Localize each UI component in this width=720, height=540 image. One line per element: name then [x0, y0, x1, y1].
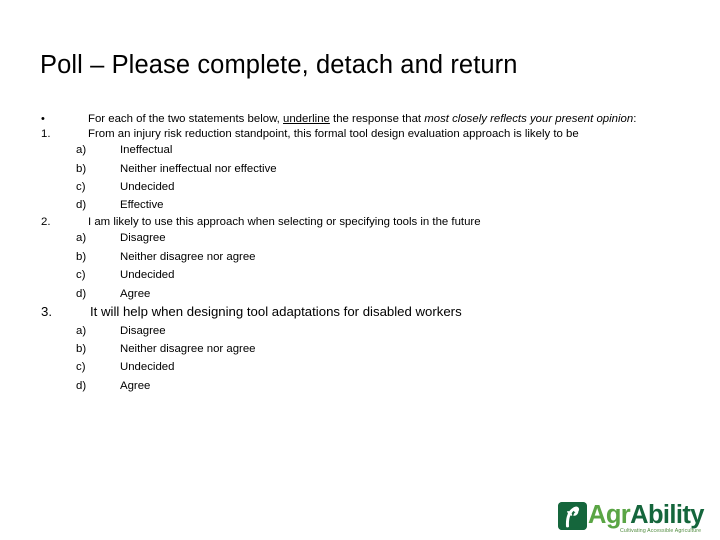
option-marker: b) — [76, 342, 87, 355]
question-3-option-c[interactable]: c) Undecided — [0, 358, 720, 376]
plant-figure-icon — [558, 502, 587, 530]
option-marker: d) — [76, 287, 87, 300]
option-label: Agree — [120, 287, 151, 300]
option-marker: c) — [76, 269, 86, 282]
instruction-text-after: the response that — [329, 113, 425, 125]
instruction-bullet: • For each of the two statements below, … — [0, 112, 720, 127]
option-label: Effective — [120, 199, 164, 212]
question-1-option-d[interactable]: d) Effective — [0, 196, 720, 214]
agrability-logo-mark-icon — [558, 502, 587, 530]
option-label: Neither disagree nor agree — [120, 250, 256, 263]
agrability-logo: AgrAbility Cultivating Accessible Agricu… — [558, 500, 716, 540]
instruction-italic-phrase: most closely reflects your present opini… — [424, 113, 634, 125]
option-label: Agree — [120, 379, 151, 392]
question-1-option-b[interactable]: b) Neither ineffectual nor effective — [0, 160, 720, 178]
logo-word-agr: Agr — [588, 501, 631, 529]
option-label: Undecided — [120, 361, 175, 374]
option-marker: c) — [76, 181, 86, 193]
option-label: Disagree — [120, 324, 166, 337]
option-marker: b) — [76, 162, 87, 175]
option-label: Disagree — [120, 232, 166, 245]
question-2-option-a[interactable]: a) Disagree — [0, 229, 720, 247]
question-1-option-a[interactable]: a) Ineffectual — [0, 141, 720, 159]
instruction-underlined-word: underline — [283, 113, 330, 125]
question-2-option-b[interactable]: b) Neither disagree nor agree — [0, 248, 720, 266]
poll-body: • For each of the two statements below, … — [0, 112, 720, 395]
agrability-tagline: Cultivating Accessible Agriculture — [620, 528, 702, 534]
instruction-text: For each of the two statements below, un… — [88, 113, 636, 125]
question-3-marker: 3. — [41, 304, 52, 320]
option-marker: a) — [76, 324, 87, 337]
option-marker: c) — [76, 361, 86, 374]
question-2-option-c[interactable]: c) Undecided — [0, 266, 720, 284]
question-3-option-b[interactable]: b) Neither disagree nor agree — [0, 340, 720, 358]
question-3-option-a[interactable]: a) Disagree — [0, 322, 720, 340]
logo-word-ability: Ability — [630, 501, 704, 529]
option-label: Undecided — [120, 181, 175, 193]
question-3-text: It will help when designing tool adaptat… — [90, 304, 462, 320]
question-3: 3. It will help when designing tool adap… — [0, 303, 720, 320]
question-2: 2. I am likely to use this approach when… — [0, 215, 720, 230]
option-marker: a) — [76, 232, 87, 245]
question-3-option-d[interactable]: d) Agree — [0, 377, 720, 395]
option-label: Neither ineffectual nor effective — [120, 162, 277, 175]
question-2-option-d[interactable]: d) Agree — [0, 285, 720, 303]
bullet-icon: • — [41, 113, 45, 125]
option-label: Neither disagree nor agree — [120, 342, 256, 355]
question-1-marker: 1. — [41, 127, 51, 140]
question-1-option-c[interactable]: c) Undecided — [0, 178, 720, 196]
option-label: Ineffectual — [120, 144, 173, 157]
question-1: 1. From an injury risk reduction standpo… — [0, 127, 720, 142]
question-2-text: I am likely to use this approach when se… — [88, 215, 481, 228]
option-marker: b) — [76, 250, 87, 263]
question-1-text: From an injury risk reduction standpoint… — [88, 127, 579, 140]
agrability-wordmark: AgrAbility — [588, 500, 704, 530]
question-2-marker: 2. — [41, 215, 51, 228]
instruction-trailing: : — [633, 113, 637, 125]
option-label: Undecided — [120, 269, 175, 282]
option-marker: a) — [76, 144, 87, 157]
instruction-text-before: For each of the two statements below, — [88, 113, 284, 125]
option-marker: d) — [76, 379, 87, 392]
page-title: Poll – Please complete, detach and retur… — [40, 51, 518, 79]
option-marker: d) — [76, 199, 87, 212]
slide: Poll – Please complete, detach and retur… — [0, 0, 720, 540]
